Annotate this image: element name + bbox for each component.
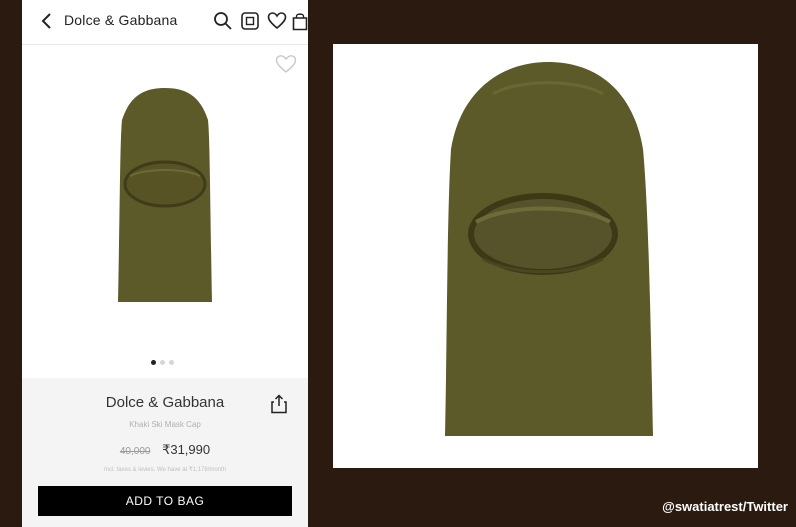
tax-note: Incl. taxes & levies. We have at ₹1,178/… — [103, 467, 227, 473]
price-row: 40,000 ₹31,990 — [22, 442, 308, 458]
balaclava-photo — [445, 62, 653, 436]
shopping-bag-icon[interactable] — [292, 11, 308, 31]
sale-price: ₹31,990 — [162, 442, 211, 457]
heart-icon[interactable] — [275, 54, 297, 74]
carousel-dot[interactable] — [169, 360, 174, 365]
add-to-bag-button[interactable]: ADD TO BAG — [38, 486, 292, 516]
phone-screenshot: Dolce & Gabbana Dolce & Gabbana Khaki Sk… — [22, 0, 308, 527]
product-brand: Dolce & Gabbana — [105, 394, 225, 411]
product-image[interactable] — [100, 80, 230, 308]
image-carousel-indicator — [148, 358, 188, 368]
top-navigation-bar: Dolce & Gabbana — [22, 0, 308, 45]
heart-icon[interactable] — [267, 11, 287, 31]
carousel-dot[interactable] — [160, 360, 165, 365]
photo-credit: @swatiatrest/Twitter — [662, 499, 788, 514]
product-subtitle: Khaki Ski Mask Cap — [129, 420, 201, 429]
original-price: 40,000 — [119, 446, 151, 457]
share-icon[interactable] — [270, 394, 288, 414]
balaclava-eye-opening — [123, 160, 207, 208]
product-photo-enlarged — [333, 44, 758, 468]
product-info-panel: Dolce & Gabbana Khaki Ski Mask Cap 40,00… — [22, 378, 308, 527]
chevron-left-icon[interactable] — [38, 11, 56, 31]
page-title: Dolce & Gabbana — [64, 12, 178, 28]
carousel-dot[interactable] — [151, 360, 156, 365]
scan-icon[interactable] — [240, 11, 260, 31]
search-icon[interactable] — [213, 11, 233, 31]
